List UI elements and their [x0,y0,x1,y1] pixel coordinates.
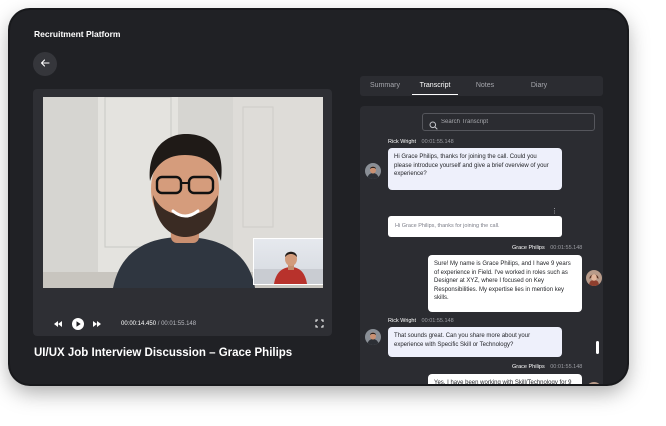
message-meta: Rick Wright 00:01:55.148 [388,139,454,145]
time-separator: / [157,321,160,327]
message-meta: Rick Wright 00:01:55.148 [388,318,454,324]
video-title: UI/UX Job Interview Discussion – Grace P… [34,347,293,359]
app-window: Recruitment Platform 00:00:14.450 / 00:0… [10,10,627,384]
video-controls: 00:00:14.450 / 00:01:55.148 [33,312,332,336]
video-player: 00:00:14.450 / 00:01:55.148 [33,89,332,336]
message-meta: Grace Philips 00:01:55.148 [512,364,582,370]
speaker-name: Grace Philips [512,364,545,370]
tab-summary[interactable]: Summary [362,76,408,96]
pip-camera-view[interactable] [253,238,323,285]
transcript-scrollbar[interactable] [596,341,599,354]
message-time: 00:01:55.148 [421,139,454,145]
message-time: 00:01:55.148 [421,318,454,324]
speaker-name: Rick Wright [388,139,417,145]
tab-diary[interactable]: Diary [516,76,562,96]
playback-time: 00:00:14.450 / 00:01:55.148 [121,312,196,336]
more-vertical-icon[interactable]: ⋮ [551,208,558,215]
message-meta: Grace Philips 00:01:55.148 [512,245,582,251]
play-button[interactable] [72,318,84,330]
video-frame[interactable] [43,97,323,288]
tab-transcript[interactable]: Transcript [412,76,458,96]
message-bubble: Hi Grace Philips, thanks for joining the… [388,148,562,190]
speaker-name: Grace Philips [512,245,545,251]
search-icon [429,117,438,135]
fast-forward-icon[interactable] [92,319,102,329]
message-time: 00:01:55.148 [550,245,583,251]
search-input[interactable] [441,114,586,130]
avatar-grace-philips [586,270,602,286]
active-tab-indicator [412,94,458,95]
play-icon [76,321,81,327]
avatar-rick-wright [365,163,381,179]
transcript-panel: Rick Wright 00:01:55.148 Hi Grace Philip… [360,106,603,384]
rewind-icon[interactable] [53,319,63,329]
app-title: Recruitment Platform [34,29,121,39]
tab-bar: Summary Transcript Notes Diary [360,76,603,96]
tab-notes[interactable]: Notes [462,76,508,96]
message-bubble: Yes, I have been working with Skill/Tech… [428,374,582,384]
arrow-left-icon [40,55,50,73]
search-box [422,113,595,131]
back-button[interactable] [33,52,57,76]
avatar-grace-philips [586,382,602,384]
pip-scene [254,251,323,284]
message-bubble: That sounds great. Can you share more ab… [388,327,562,357]
speaker-name: Rick Wright [388,318,417,324]
avatar-rick-wright [365,329,381,345]
message-bubble: Sure! My name is Grace Philips, and I ha… [428,255,582,312]
duration: 00:01:55.148 [161,321,197,327]
fullscreen-icon[interactable] [315,319,324,328]
reply-preview[interactable]: Hi Grace Philips, thanks for joining the… [388,216,562,237]
message-time: 00:01:55.148 [550,364,583,370]
current-time: 00:00:14.450 [121,321,157,327]
